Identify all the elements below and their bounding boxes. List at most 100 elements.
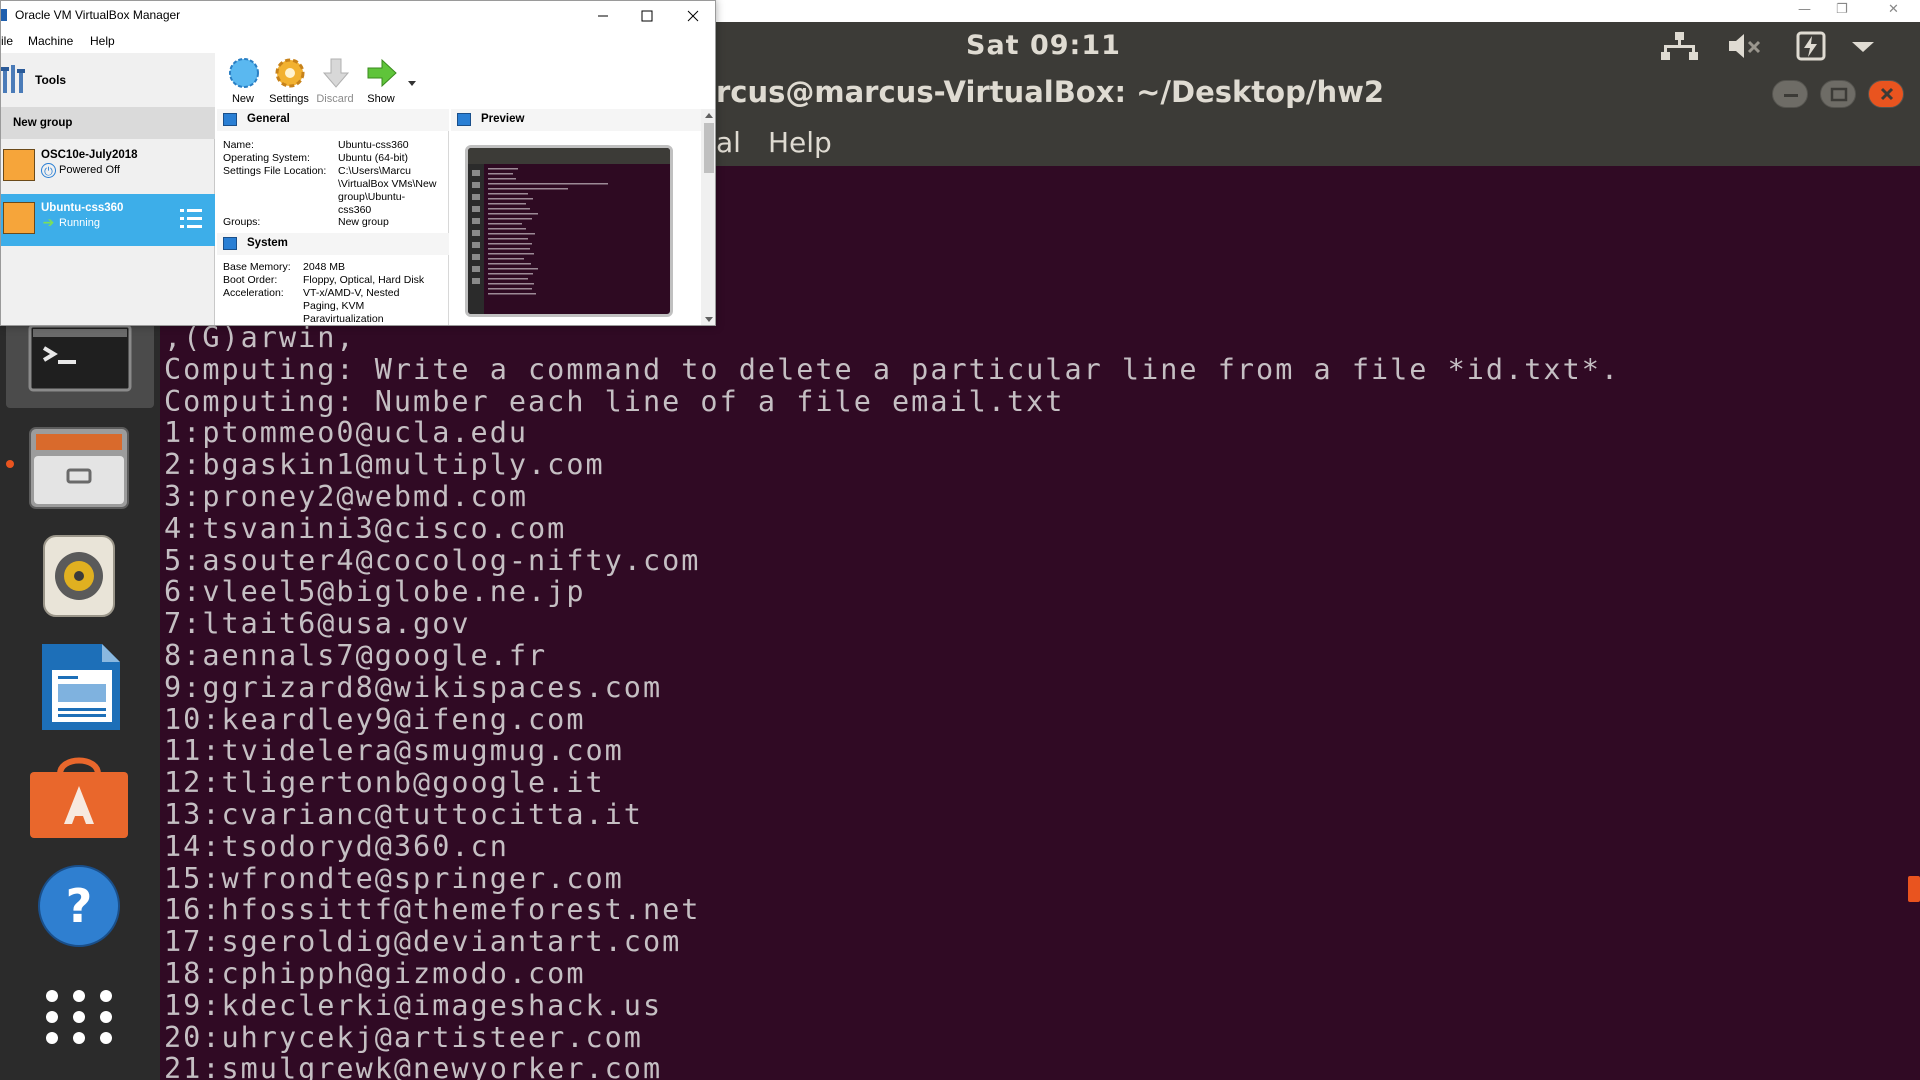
vm-item-osc10e[interactable]: OSC10e-July2018 ⏻ Powered Off xyxy=(1,141,215,193)
terminal-line: Computing: Write a command to delete a p… xyxy=(164,352,1621,386)
vbox-details-scrollbar[interactable] xyxy=(701,109,715,325)
host-minimize-button[interactable]: — xyxy=(1798,2,1811,17)
menu-machine[interactable]: Machine xyxy=(28,34,73,48)
show-dropdown-icon[interactable] xyxy=(407,79,417,87)
rhythmbox-icon xyxy=(43,535,115,617)
vbox-minimize-button[interactable] xyxy=(587,5,619,27)
location-key: Settings File Location: xyxy=(223,165,327,177)
terminal-line: 13:cvarianc@tuttocitta.it xyxy=(164,797,643,831)
software-center-icon xyxy=(30,757,128,838)
vm-details-menu-icon[interactable] xyxy=(179,206,203,232)
host-restore-button[interactable]: ❐ xyxy=(1836,2,1848,17)
ubuntu-top-panel: Sat 09:11 xyxy=(716,22,1920,70)
terminal-close-button[interactable] xyxy=(1868,80,1904,108)
terminal-line: 20:uhrycekj@artisteer.com xyxy=(164,1020,643,1054)
terminal-line: 9:ggrizard8@wikispaces.com xyxy=(164,670,663,704)
os-key: Operating System: xyxy=(223,152,310,164)
settings-button[interactable]: Settings xyxy=(265,55,313,107)
terminal-line: 8:aennals7@google.fr xyxy=(164,638,548,672)
screen: — ❐ ✕ Sat 09:11 rcus@marcus-VirtualBox: … xyxy=(0,0,1920,1080)
menu-terminal[interactable]: al xyxy=(716,126,741,159)
show-button[interactable]: Show xyxy=(357,55,405,107)
terminal-scrollbar[interactable] xyxy=(1908,876,1920,902)
show-label: Show xyxy=(367,93,395,105)
vbox-window-title: Oracle VM VirtualBox Manager xyxy=(15,8,181,22)
general-section-header[interactable]: General xyxy=(217,109,449,131)
network-icon[interactable] xyxy=(1660,30,1698,62)
menu-file[interactable]: ile xyxy=(1,34,13,48)
app-grid-icon xyxy=(46,990,112,1044)
system-menu-icon[interactable] xyxy=(1844,30,1882,62)
terminal-line: 14:tsodoryd@360.cn xyxy=(164,829,509,863)
launcher-rhythmbox[interactable] xyxy=(20,532,138,628)
launcher-help[interactable]: ? xyxy=(20,860,138,956)
os-value: Ubuntu (64-bit) xyxy=(338,152,409,164)
name-key: Name: xyxy=(223,139,254,151)
terminal-maximize-button[interactable] xyxy=(1820,80,1856,108)
launcher-writer[interactable] xyxy=(20,642,138,738)
groups-key: Groups: xyxy=(223,216,261,228)
discard-button[interactable]: Discard xyxy=(311,55,359,107)
terminal-line: 6:vleel5@biglobe.ne.jp xyxy=(164,575,586,609)
battery-power-icon[interactable] xyxy=(1792,30,1830,62)
terminal-line: 3:proney2@webmd.com xyxy=(164,479,529,513)
terminal-titlebar[interactable]: rcus@marcus-VirtualBox: ~/Desktop/hw2 xyxy=(716,70,1920,120)
launcher-software-center[interactable] xyxy=(20,752,138,848)
preview-section-header[interactable]: Preview xyxy=(451,109,701,131)
name-value: Ubuntu-css360 xyxy=(338,139,409,151)
vm-details-pane: General Name: Ubuntu-css360 Operating Sy… xyxy=(217,109,449,325)
terminal-line: 4:tsvanini3@cisco.com xyxy=(164,511,567,545)
vbox-close-button[interactable] xyxy=(677,5,709,27)
host-window-titlebar: — ❐ ✕ xyxy=(716,0,1920,22)
launcher-files[interactable] xyxy=(20,424,138,520)
terminal-line: 16:hfossittf@themeforest.net xyxy=(164,893,701,927)
vm-state: Running xyxy=(59,217,100,229)
terminal-line: 7:ltait6@usa.gov xyxy=(164,607,471,641)
terminal-line: 12:tligertonb@google.it xyxy=(164,766,605,800)
tools-item[interactable]: Tools xyxy=(1,53,215,107)
terminal-line: 11:tvidelera@smugmug.com xyxy=(164,734,624,768)
vm-os-icon xyxy=(3,202,35,234)
terminal-line: Computing: Number each line of a file em… xyxy=(164,384,1065,418)
discard-label: Discard xyxy=(316,93,354,105)
location-value: C:\Users\Marcu \VirtualBox VMs\New group… xyxy=(338,165,437,216)
svg-text:?: ? xyxy=(66,879,93,933)
acceleration-key: Acceleration: xyxy=(223,287,284,299)
system-title: System xyxy=(247,237,288,249)
settings-gear-icon xyxy=(275,58,305,88)
writer-icon xyxy=(42,644,120,730)
launcher-show-apps[interactable] xyxy=(20,972,138,1068)
volume-muted-icon[interactable] xyxy=(1726,30,1764,62)
menu-vbox-help[interactable]: Help xyxy=(90,34,115,48)
new-button[interactable]: New xyxy=(219,55,267,107)
files-running-indicator xyxy=(6,460,14,468)
clock[interactable]: Sat 09:11 xyxy=(966,30,1121,61)
vbox-titlebar[interactable]: Oracle VM VirtualBox Manager xyxy=(1,1,715,31)
vm-item-ubuntu-css360[interactable]: Ubuntu-css360 ➔ Running xyxy=(1,194,215,246)
host-close-button[interactable]: ✕ xyxy=(1888,2,1899,17)
boot-order-key: Boot Order: xyxy=(223,274,278,286)
terminal-minimize-button[interactable] xyxy=(1772,80,1808,108)
memory-value: 2048 MB xyxy=(303,261,346,273)
memory-key: Base Memory: xyxy=(223,261,291,273)
terminal-line: 5:asouter4@cocolog-nifty.com xyxy=(164,543,701,577)
launcher-terminal[interactable] xyxy=(6,316,154,408)
menu-help[interactable]: Help xyxy=(768,126,832,159)
general-monitor-icon xyxy=(223,113,237,126)
vm-group-header[interactable]: New group xyxy=(1,107,215,139)
vbox-toolbar: New Settings Discard Show xyxy=(215,53,715,107)
general-title: General xyxy=(247,113,290,125)
preview-monitor-icon xyxy=(457,113,471,126)
terminal-line: 21:smulgrewk@newyorker.com xyxy=(164,1052,663,1080)
terminal-line: 2:bgaskin1@multiply.com xyxy=(164,448,605,482)
tools-icon xyxy=(1,65,25,93)
tools-label: Tools xyxy=(35,73,67,87)
vm-name: Ubuntu-css360 xyxy=(41,202,124,214)
ubuntu-launcher: ? xyxy=(0,316,160,1080)
vbox-maximize-button[interactable] xyxy=(631,5,663,27)
help-icon: ? xyxy=(38,865,120,947)
acceleration-value: VT-x/AMD-V, Nested Paging, KVM Paravirtu… xyxy=(303,287,400,325)
vm-name: OSC10e-July2018 xyxy=(41,149,138,161)
system-section-header[interactable]: System xyxy=(217,233,449,255)
vm-preview-thumbnail xyxy=(465,145,673,317)
